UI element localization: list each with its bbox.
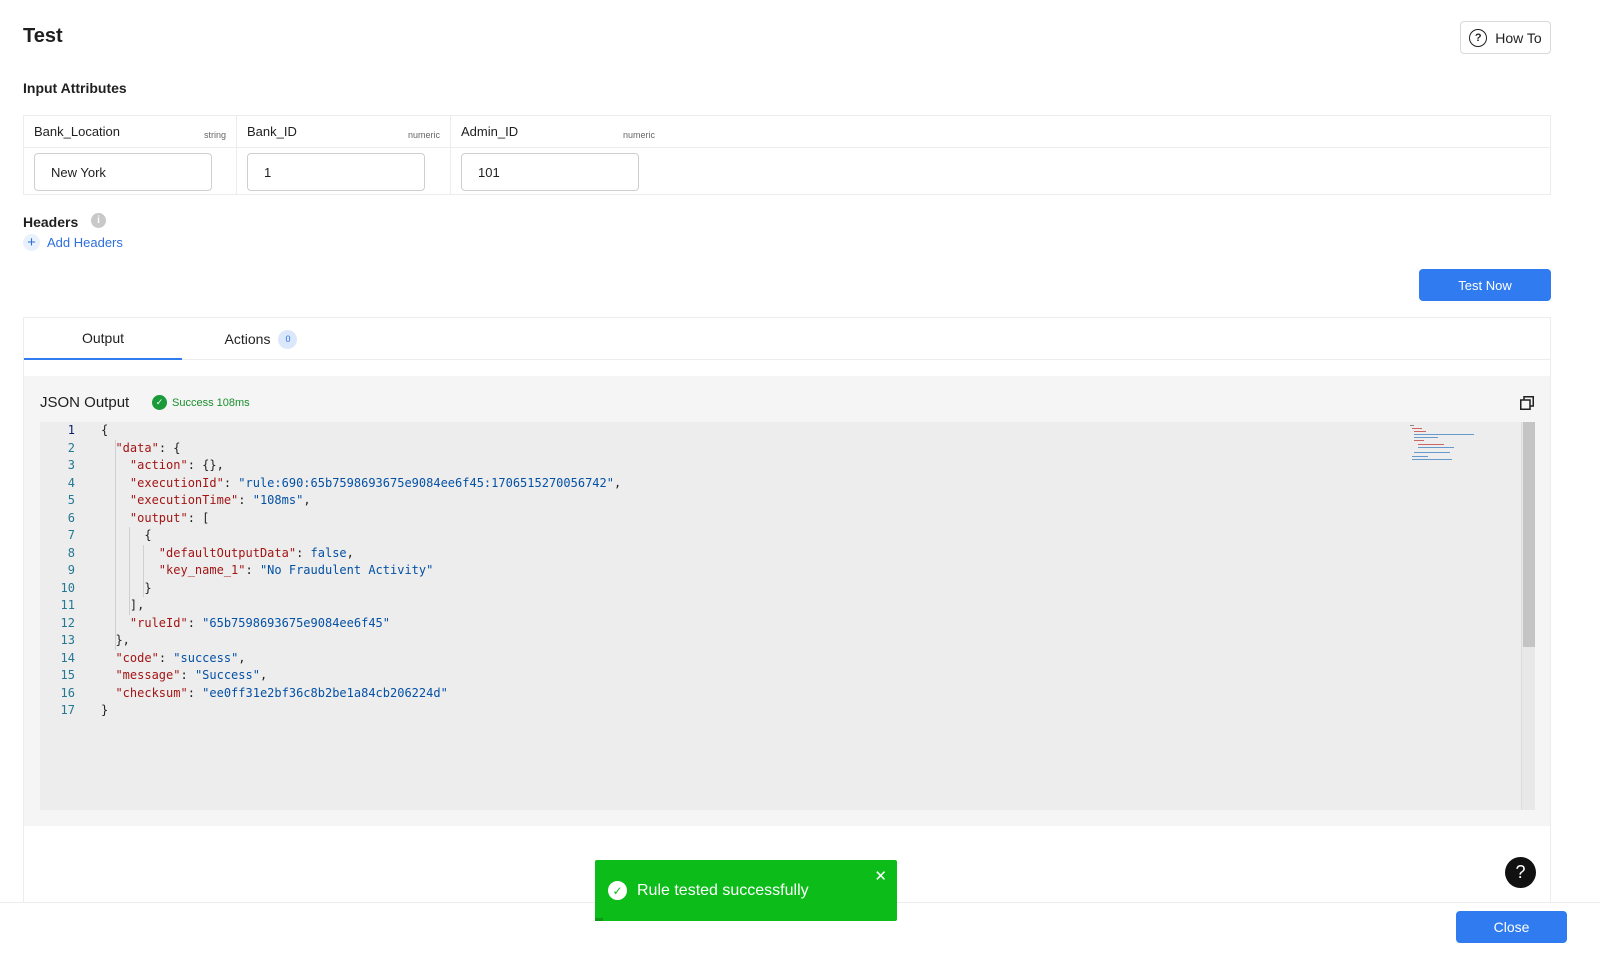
code-text: "checksum": "ee0ff31e2bf36c8b2be1a84cb20… (115, 685, 448, 700)
code-line: 16 "checksum": "ee0ff31e2bf36c8b2be1a84c… (40, 685, 1520, 703)
json-code-editor[interactable]: 1{2 "data": {3 "action": {}, 4 "execution… (40, 422, 1535, 810)
code-line: 14 "code": "success", (40, 650, 1520, 668)
code-line: 8 "defaultOutputData": false, (40, 545, 1520, 563)
tab-actions-label: Actions (224, 331, 271, 347)
code-line: 15 "message": "Success", (40, 667, 1520, 685)
code-text: "defaultOutputData": false, (158, 545, 354, 560)
code-line: 12 "ruleId": "65b7598693675e9084ee6f45" (40, 615, 1520, 633)
attribute-type: numeric (407, 130, 440, 140)
code-text: "key_name_1": "No Fraudulent Activity" (158, 563, 434, 577)
code-text: } (101, 703, 109, 717)
info-icon[interactable]: i (91, 213, 106, 228)
code-line: 13 }, (40, 632, 1520, 650)
add-headers-label: Add Headers (47, 235, 123, 250)
line-number: 10 (60, 580, 75, 595)
code-line: 1{ (40, 422, 1520, 440)
code-text: "output": [ (129, 510, 210, 525)
results-panel: Output Actions 0 JSON Output ✓ Success 1… (23, 317, 1551, 907)
attribute-type: string (203, 130, 226, 140)
code-text: "executionTime": "108ms", (129, 493, 311, 507)
bank-id-input[interactable] (247, 153, 425, 191)
input-attributes-label: Input Attributes (23, 80, 127, 96)
line-number: 9 (67, 563, 75, 577)
code-text: }, (101, 633, 130, 647)
code-text: ], (101, 598, 145, 612)
help-button[interactable]: ? (1505, 857, 1536, 888)
how-to-button[interactable]: ? How To (1460, 21, 1551, 54)
attribute-name: Bank_ID (247, 124, 297, 139)
add-headers-button[interactable]: + Add Headers (23, 234, 123, 251)
headers-label: Headers (23, 214, 79, 230)
attribute-column: Admin_ID numeric (451, 116, 665, 194)
line-number: 7 (67, 528, 75, 542)
close-icon[interactable]: ✕ (874, 867, 887, 885)
json-output-title: JSON Output (40, 394, 130, 411)
plus-icon: + (23, 234, 40, 251)
code-text: { (101, 423, 109, 437)
code-line: 6 "output": [ (40, 510, 1520, 528)
actions-count-badge: 0 (278, 329, 298, 349)
code-text: "code": "success", (115, 650, 246, 665)
line-number: 6 (67, 510, 75, 525)
code-text: } (101, 580, 152, 595)
line-number: 2 (67, 440, 75, 455)
code-text: { (101, 528, 152, 542)
check-circle-icon: ✓ (608, 881, 627, 900)
code-line: 9 "key_name_1": "No Fraudulent Activity" (40, 562, 1520, 580)
code-text: "action": {}, (129, 458, 224, 472)
code-line: 11 ], (40, 597, 1520, 615)
check-circle-icon: ✓ (152, 395, 167, 410)
status-badge: ✓ Success 108ms (152, 395, 250, 410)
line-number: 5 (67, 493, 75, 507)
code-text: "message": "Success", (115, 668, 268, 682)
admin-id-input[interactable] (461, 153, 639, 191)
line-number: 13 (60, 633, 75, 647)
toast-progress-bar (595, 918, 603, 921)
input-attributes-table: Bank_Location string Bank_ID numeric Adm… (23, 115, 1551, 195)
line-number: 4 (67, 475, 75, 490)
line-number: 17 (60, 703, 75, 717)
page-title: Test (23, 25, 63, 47)
status-text: Success 108ms (172, 396, 250, 409)
attribute-column: Bank_Location string (24, 116, 237, 194)
scrollbar-thumb[interactable] (1523, 422, 1535, 647)
json-output-section: JSON Output ✓ Success 108ms 1 {2 "data"… (24, 376, 1550, 826)
attribute-name: Admin_ID (461, 124, 519, 139)
copy-icon[interactable] (1520, 396, 1534, 410)
code-line: 2 "data": { (40, 440, 1520, 458)
line-number: 15 (60, 668, 75, 682)
line-number: 14 (60, 650, 75, 665)
question-circle-icon: ? (1469, 28, 1488, 47)
attribute-name: Bank_Location (34, 124, 121, 139)
code-line: 4 "executionId": "rule:690:65b7598693675… (40, 475, 1520, 493)
tab-output[interactable]: Output (24, 318, 182, 360)
tab-bar: Output Actions 0 (24, 318, 1550, 360)
line-number: 12 (60, 615, 75, 630)
success-toast: ✓ Rule tested successfully ✕ (595, 860, 897, 921)
line-number: 3 (67, 458, 75, 472)
code-text: "executionId": "rule:690:65b7598693675e9… (129, 475, 622, 490)
attribute-type: numeric (622, 130, 655, 140)
close-button[interactable]: Close (1456, 911, 1567, 943)
test-now-button[interactable]: Test Now (1419, 269, 1551, 301)
line-number: 8 (67, 545, 75, 560)
tab-actions[interactable]: Actions 0 (182, 318, 340, 360)
code-text: "data": { (115, 440, 181, 455)
code-line: 5 "executionTime": "108ms", (40, 492, 1520, 510)
editor-scrollbar[interactable] (1521, 422, 1535, 810)
tab-output-label: Output (81, 330, 125, 346)
code-line: 10 } (40, 580, 1520, 598)
toast-message: Rule tested successfully (637, 881, 809, 899)
how-to-label: How To (1495, 29, 1542, 46)
code-line: 3 "action": {}, (40, 457, 1520, 475)
bank-location-input[interactable] (34, 153, 212, 191)
line-number: 1 (67, 423, 75, 437)
code-text: "ruleId": "65b7598693675e9084ee6f45" (129, 615, 390, 630)
code-line: 17} (40, 702, 1520, 720)
code-line: 7 { (40, 527, 1520, 545)
line-number: 11 (60, 598, 75, 612)
line-number: 16 (60, 685, 75, 700)
attribute-column: Bank_ID numeric (237, 116, 451, 194)
